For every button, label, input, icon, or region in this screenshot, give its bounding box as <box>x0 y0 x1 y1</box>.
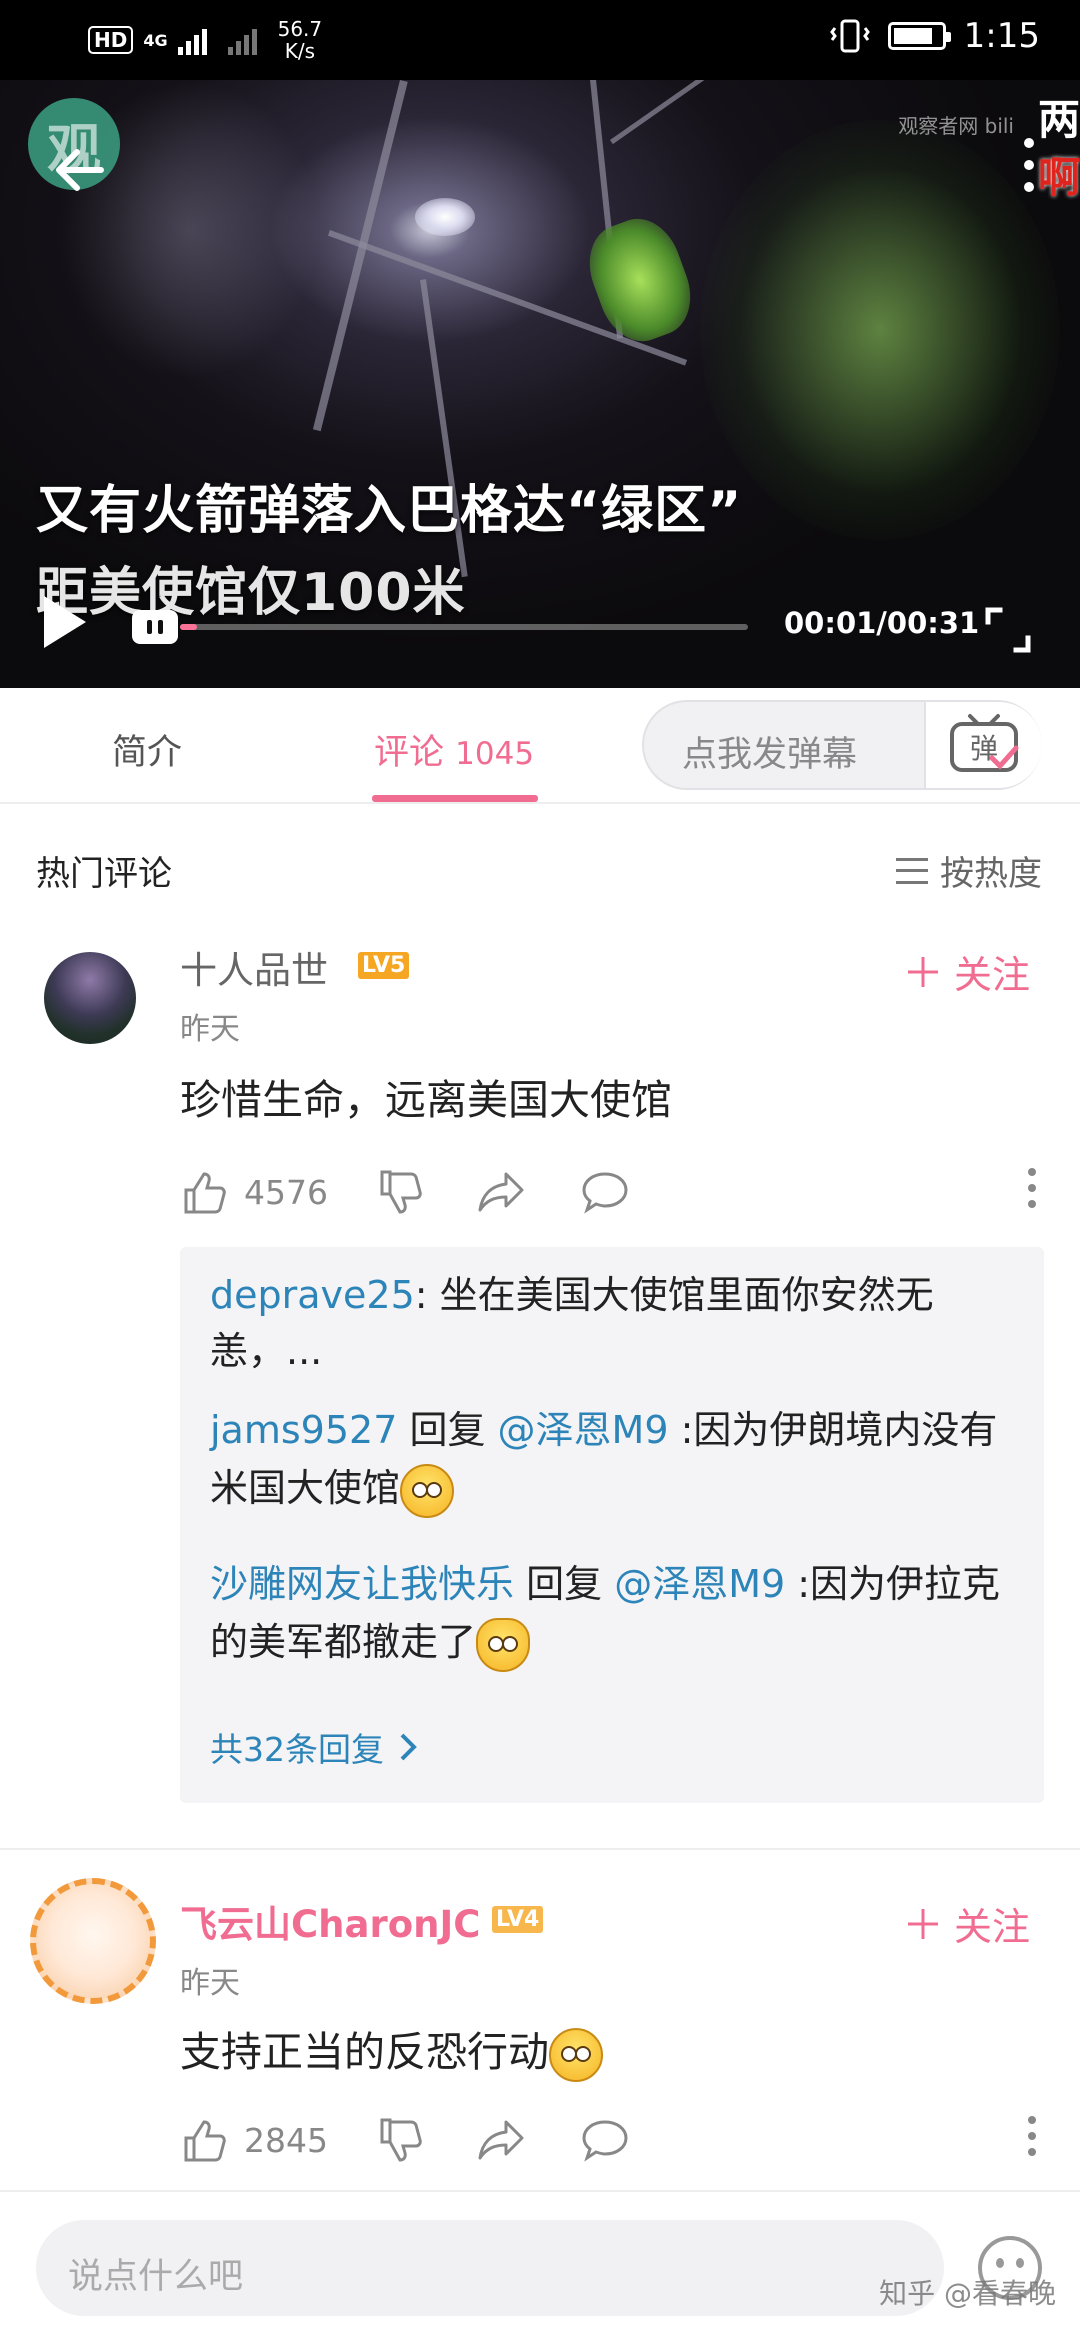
danmaku-text: 两 <box>1037 95 1080 144</box>
thumbs-up-icon <box>184 2120 226 2162</box>
vibrate-icon <box>829 19 870 53</box>
tab-comments-label: 评论 <box>374 733 445 773</box>
smile-emoji-icon <box>549 2028 603 2082</box>
reply-item: jams9527 回复 @泽恩M9 :因为伊朗境内没有米国大使馆 <box>210 1401 1010 1518</box>
chevron-right-icon <box>400 1733 417 1761</box>
comment-placeholder: 说点什么吧 <box>68 2257 244 2297</box>
danmaku-text: 啊 <box>1037 153 1080 202</box>
follow-button[interactable]: 关注 <box>906 1896 1030 1951</box>
comment-author[interactable]: 十人品世 <box>180 940 328 994</box>
thumbs-down-icon <box>380 1170 422 1214</box>
tab-comments[interactable]: 评论 1045 <box>374 724 534 775</box>
dislike-button[interactable] <box>376 1162 424 1222</box>
play-button[interactable] <box>40 592 90 652</box>
reply-mention[interactable]: @泽恩M9 <box>614 1562 785 1606</box>
danmaku-toggle[interactable] <box>132 610 178 644</box>
video-caption-line1: 又有火箭弹落入巴格达“绿区” <box>36 481 743 541</box>
avatar[interactable] <box>30 1878 156 2004</box>
tv-icon: 弹 <box>950 714 1019 772</box>
comment-icon <box>582 2120 628 2162</box>
video-time: 00:01/00:31 <box>784 606 980 640</box>
reply-user[interactable]: deprave25 <box>210 1273 415 1317</box>
tab-indicator <box>372 795 538 802</box>
video-caption-line2: 距美使馆仅100米 <box>36 563 466 623</box>
level-badge: LV4 <box>492 1906 544 1933</box>
share-icon <box>478 2120 524 2160</box>
follow-button[interactable]: 关注 <box>906 944 1030 999</box>
reply-user[interactable]: jams9527 <box>210 1408 397 1452</box>
comment-input-bar: 说点什么吧 知乎 @看春晚 <box>0 2190 1080 2340</box>
reply-item: deprave25: 坐在美国大使馆里面你安然无恙，... <box>210 1273 934 1373</box>
share-icon <box>478 1172 524 1212</box>
sort-button[interactable]: 按热度 <box>896 846 1042 895</box>
comment-time: 昨天 <box>180 1012 240 1047</box>
danmaku-send-button[interactable]: 弹 <box>924 702 1042 788</box>
reply-item: 沙雕网友让我快乐 回复 @泽恩M9 :因为伊拉克的美军都撤走了 <box>210 1555 1010 1672</box>
reply-preview[interactable]: deprave25: 坐在美国大使馆里面你安然无恙，... jams9527 回… <box>180 1247 1044 1803</box>
comment-text: 珍惜生命，远离美国大使馆 <box>180 1076 672 1124</box>
tab-intro[interactable]: 简介 <box>112 724 182 775</box>
back-button[interactable] <box>50 140 110 200</box>
danmaku-placeholder: 点我发弹幕 <box>682 735 858 775</box>
signal-2-icon <box>227 29 257 55</box>
plus-icon <box>907 956 938 987</box>
like-button[interactable]: 4576 <box>180 1162 328 1222</box>
status-bar: HD 4G 56.7 K/s 1:15 <box>0 0 1080 80</box>
net-speed: 56.7 K/s <box>277 17 323 63</box>
view-all-replies[interactable]: 共32条回复 <box>210 1723 418 1771</box>
reply-button[interactable] <box>580 1162 630 1222</box>
comment-input[interactable]: 说点什么吧 <box>36 2220 944 2316</box>
more-options-icon[interactable] <box>1028 2116 1040 2156</box>
comment-count: 1045 <box>455 736 535 772</box>
video-player[interactable]: 观 观察者网 bili 两 啊 又有火箭弹落入巴格达“绿区” 距美使馆仅100米… <box>0 80 1080 688</box>
share-button[interactable] <box>476 1162 526 1222</box>
comment-author[interactable]: 飞云山CharonJC <box>180 1894 480 1948</box>
like-count: 2845 <box>244 2120 328 2160</box>
more-options-icon[interactable] <box>1028 1168 1040 1208</box>
level-badge: LV5 <box>358 952 410 979</box>
dislike-button[interactable] <box>376 2110 424 2170</box>
sort-label: 按热度 <box>940 854 1042 894</box>
fullscreen-button[interactable] <box>984 606 1032 654</box>
share-button[interactable] <box>476 2110 526 2170</box>
cat-emoji-icon <box>476 1617 531 1672</box>
reply-mention[interactable]: @泽恩M9 <box>498 1408 669 1452</box>
replies-more-label: 共32条回复 <box>210 1730 384 1769</box>
clock: 1:15 <box>963 16 1040 56</box>
comment-actions: 4576 <box>180 1162 1040 1222</box>
video-watermark: 观察者网 bili <box>898 114 1014 138</box>
comment-time: 昨天 <box>180 1966 240 2001</box>
hot-comments-title: 热门评论 <box>36 854 172 894</box>
zhihu-watermark: 知乎 @看春晚 <box>879 2277 1056 2310</box>
signal-icon <box>177 29 207 55</box>
like-count: 4576 <box>244 1172 328 1212</box>
battery-icon <box>887 22 951 50</box>
svg-text:弹: 弹 <box>970 732 998 765</box>
reply-user[interactable]: 沙雕网友让我快乐 <box>210 1562 514 1606</box>
plus-icon <box>907 1908 938 1939</box>
arrow-left-icon <box>56 149 104 191</box>
comment-text: 支持正当的反恐行动 <box>180 2018 603 2082</box>
thumbs-up-icon <box>184 1172 226 1214</box>
avatar[interactable] <box>44 952 136 1044</box>
divider <box>0 1848 1080 1850</box>
comment-actions: 2845 <box>180 2110 1040 2170</box>
follow-label: 关注 <box>953 953 1030 997</box>
network-label: 4G <box>143 30 168 50</box>
follow-label: 关注 <box>953 1905 1030 1949</box>
comment-icon <box>582 1172 628 1214</box>
reply-button[interactable] <box>580 2110 630 2170</box>
hd-badge: HD <box>88 26 134 54</box>
tab-bar: 简介 评论 1045 点我发弹幕 弹 <box>0 688 1080 804</box>
menu-icon <box>896 857 928 884</box>
thumbs-down-icon <box>380 2118 422 2162</box>
like-button[interactable]: 2845 <box>180 2110 328 2170</box>
comments-header: 热门评论 按热度 <box>0 806 1080 916</box>
progress-bar[interactable] <box>180 624 748 630</box>
dizzy-emoji-icon <box>400 1463 455 1518</box>
danmaku-input[interactable]: 点我发弹幕 弹 <box>642 700 1042 790</box>
